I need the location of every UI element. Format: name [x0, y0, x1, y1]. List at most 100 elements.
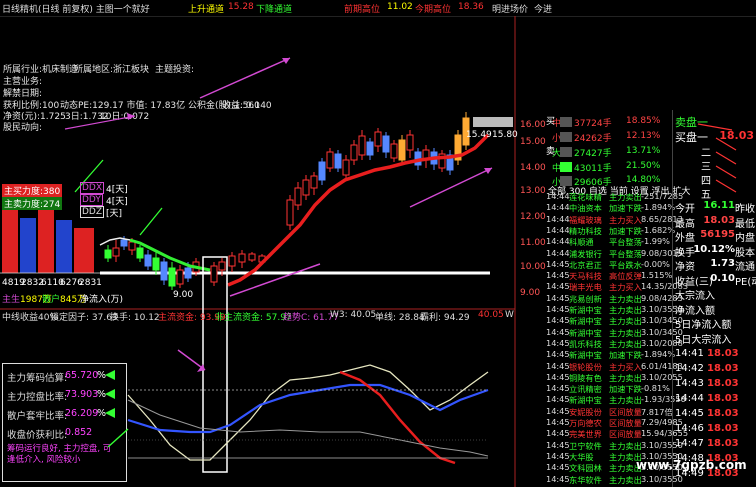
candle-body — [160, 261, 168, 281]
ob-pct: 13.71% — [626, 146, 661, 156]
vol-bar-4 — [56, 220, 72, 273]
trade-time: 14:47 — [675, 438, 704, 449]
tick-value: -1.894% — [641, 349, 676, 360]
candle-body — [310, 175, 318, 189]
y-tick: 12.00 — [520, 212, 546, 222]
ob-pct: 18.85% — [626, 116, 661, 126]
price-label-2: 15.80 — [492, 130, 518, 140]
vol-bar-5 — [74, 228, 94, 273]
trade-time: 14:45 — [675, 408, 704, 419]
candle-body — [168, 267, 176, 287]
row-value: 73.903 — [65, 389, 99, 400]
turnover-text: 换手: 10.12 — [110, 313, 160, 323]
ob-sell-label: 卖 — [546, 147, 556, 157]
row-value: 65.720 — [65, 370, 99, 381]
trade-price: 18.03 — [707, 408, 739, 419]
row-value: 26.209 — [65, 408, 99, 419]
sub-right-text: 40.05 — [478, 310, 504, 320]
trade-price: 18.03 — [707, 438, 739, 449]
ma-red-line — [227, 133, 490, 287]
quote-row-label2: 内盘 — [735, 233, 755, 244]
vol-bar-2 — [20, 218, 36, 273]
candle-body — [210, 265, 218, 283]
green-arrow-2 — [139, 207, 163, 236]
tick-type: 加速下跌 — [609, 384, 642, 395]
w3-text: W3: 40.05 — [330, 310, 377, 320]
tick-time: 14:44 — [546, 213, 570, 224]
sub-line-white — [127, 364, 489, 461]
candle-body — [294, 187, 302, 206]
quote-row-label: 收益(三) — [675, 276, 713, 288]
candle-body — [104, 249, 112, 259]
tick-name: 文科园林 — [569, 463, 602, 474]
quote-row-label2: 股本 — [735, 247, 755, 259]
candle-body — [366, 141, 374, 156]
tick-time: 14:45 — [546, 360, 570, 371]
tick-type: 加速下跌 — [609, 225, 642, 236]
trend-arrow-3 — [229, 263, 321, 297]
ob-pct: 21.50% — [626, 161, 661, 171]
candle-body — [318, 161, 326, 181]
sub-w-text: W — [505, 310, 514, 320]
quote-row-label: 净资 — [675, 262, 695, 273]
tick-name: 新湖中宝 — [569, 305, 602, 315]
candle-body — [184, 267, 192, 279]
tick-name: 铜陵有色 — [569, 372, 602, 383]
ob-pct: 12.13% — [626, 131, 661, 141]
tick-time: 14:44 — [546, 224, 570, 235]
tick-list: 14:44 莲花味精 主力卖出 -251/7285 14:44 中油资本 加速下跌 -1.89… — [546, 191, 688, 487]
tick-time: 14:45 — [546, 258, 570, 269]
vol-bar-1 — [2, 200, 18, 273]
tick-name: 凯乐科技 — [569, 338, 602, 349]
tick-name: 瑞丰光电 — [569, 282, 602, 293]
quote-row-value: 18.03 — [703, 214, 735, 226]
row-label: 主力控盘比率: — [7, 392, 68, 403]
tick-time: 14:45 — [546, 270, 570, 281]
ddz-label: DDZ — [80, 206, 105, 218]
tick-time: 14:45 — [546, 315, 570, 326]
candle-body — [144, 254, 152, 267]
quote-row-value: 0.10 — [710, 272, 735, 284]
y-tick: 15.00 — [520, 137, 546, 147]
indicator-title-bar: 中线收益40% 锁定因子: 37.63 换手: 10.12 主流资金: 93.9… — [0, 310, 514, 323]
candle-body — [350, 144, 358, 161]
tick-name: 安妮股份 — [569, 406, 602, 417]
tick-name: 新湖中宝 — [569, 316, 602, 327]
tick-type: 主力买入 — [609, 282, 642, 293]
tick-name: 立讯精密 — [569, 384, 602, 395]
tick-value: -0.81% — [641, 383, 670, 394]
y-tick: 9.00 — [520, 288, 541, 298]
trade-time: 14:42 — [675, 363, 704, 374]
candle-body — [136, 247, 144, 259]
trade-price: 18.03 — [707, 348, 739, 359]
tick-type: 主力卖出 — [609, 192, 642, 202]
tick-name: 新湖中宝 — [569, 395, 602, 406]
tick-type: 主力卖出 — [609, 293, 642, 304]
row-label: 散户套牢比率: — [7, 411, 68, 422]
y-tick: 16.00 — [520, 120, 546, 130]
candle-body — [382, 135, 390, 153]
main-buy-label: 主买力度:380 — [2, 184, 63, 197]
trade-price: 18.03 — [707, 423, 739, 434]
tick-time: 14:45 — [546, 405, 570, 416]
tick-time: 14:45 — [546, 439, 570, 450]
trend-arrow-4 — [64, 115, 136, 130]
tick-time: 14:45 — [546, 394, 570, 405]
tick-time: 14:44 — [546, 247, 570, 258]
tick-name: 莲花味精 — [569, 192, 602, 202]
tick-type: 主力卖出 — [609, 440, 642, 451]
order-book-bars — [560, 117, 572, 186]
flow-out-label: 散户 — [42, 295, 61, 305]
tick-value: -1.894% — [641, 202, 676, 213]
row-label: 收盘价获利比: — [7, 430, 68, 441]
quote-row-label: 外盘 — [675, 233, 695, 244]
tick-type: 主力卖出 — [609, 305, 642, 315]
candle-body — [238, 253, 246, 263]
tick-name: 新湖中宝 — [569, 350, 602, 361]
candle-body — [248, 253, 256, 261]
trade-time: 14:43 — [675, 378, 704, 389]
trade-price: 18.03 — [707, 393, 739, 404]
candle-body — [334, 153, 342, 169]
tick-value: -1.682% — [641, 224, 676, 235]
bar-value-5: 2831 — [79, 278, 102, 288]
